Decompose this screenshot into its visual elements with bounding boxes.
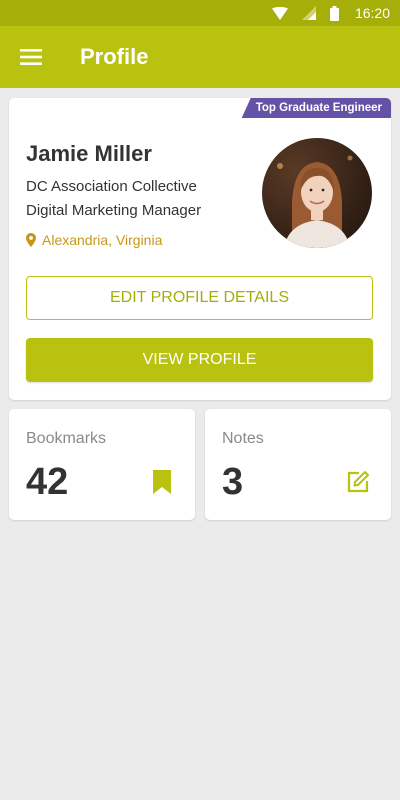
user-organization: DC Association Collective <box>26 178 197 195</box>
hamburger-menu-icon[interactable] <box>0 26 62 88</box>
page-title: Profile <box>80 44 149 69</box>
location-text: Alexandria, Virginia <box>42 232 163 248</box>
signal-icon <box>301 6 316 20</box>
user-role: Digital Marketing Manager <box>26 202 202 219</box>
user-location: Alexandria, Virginia <box>26 232 162 248</box>
notes-card[interactable]: Notes 3 <box>205 409 391 520</box>
map-pin-icon <box>26 233 36 247</box>
view-profile-button[interactable]: VIEW PROFILE <box>26 338 373 382</box>
profile-card: Top Graduate Engineer Jamie Miller DC As… <box>9 98 391 400</box>
edit-profile-button[interactable]: EDIT PROFILE DETAILS <box>26 276 373 320</box>
bookmarks-label: Bookmarks <box>26 430 107 447</box>
bookmarks-card[interactable]: Bookmarks 42 <box>9 409 195 520</box>
avatar[interactable] <box>262 138 372 248</box>
user-name: Jamie Miller <box>26 141 152 166</box>
wifi-icon <box>271 6 288 20</box>
bookmarks-count: 42 <box>26 461 69 503</box>
edit-note-icon[interactable] <box>345 469 371 495</box>
achievement-badge: Top Graduate Engineer <box>241 98 391 118</box>
status-bar: 16:20 <box>0 0 400 26</box>
battery-icon <box>329 5 339 21</box>
notes-count: 3 <box>222 461 244 503</box>
app-bar: Profile <box>0 26 400 88</box>
bookmark-icon[interactable] <box>149 469 175 495</box>
notes-label: Notes <box>222 430 264 447</box>
clock: 16:20 <box>354 5 390 21</box>
